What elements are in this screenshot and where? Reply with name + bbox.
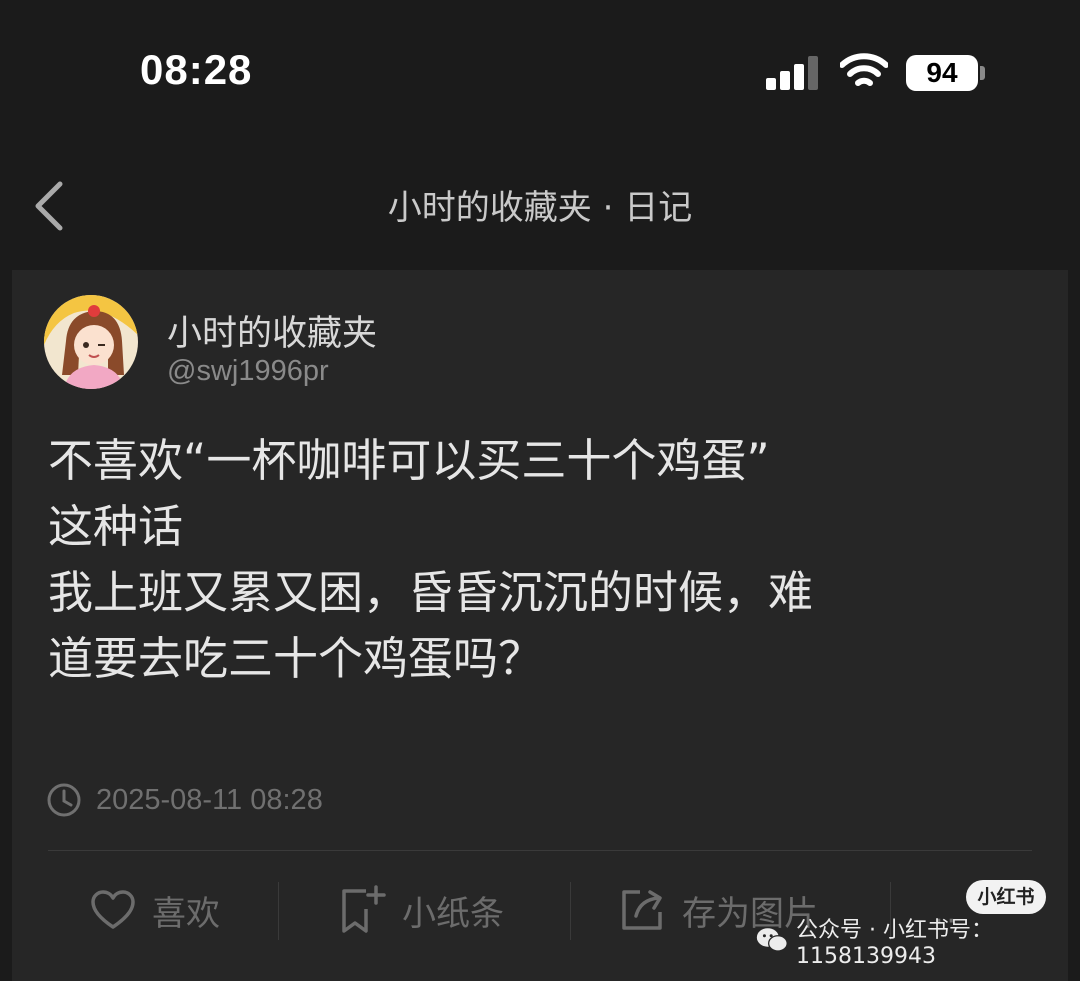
avatar[interactable] [44, 295, 138, 389]
author-handle: @swj1996pr [167, 355, 329, 387]
post-line: 我上班又累又困，昏昏沉沉的时候，难 [48, 566, 814, 619]
action-separator [570, 882, 571, 940]
watermark-text: 公众号 · 小红书号：1158139943 [796, 917, 994, 969]
clock-icon [47, 783, 81, 817]
wifi-icon [840, 53, 888, 86]
wechat-icon [756, 928, 788, 952]
note-label: 小纸条 [402, 893, 504, 934]
timestamp-text: 2025-08-11 08:28 [96, 783, 323, 816]
post-body: 不喜欢“一杯咖啡可以买三十个鸡蛋” 这种话 我上班又累又困，昏昏沉沉的时候，难 … [48, 428, 1048, 692]
post-line: 不喜欢“一杯咖啡可以买三十个鸡蛋” [48, 434, 770, 487]
post-line: 这种话 [48, 500, 184, 553]
status-bar: 08:28 94 [0, 0, 1080, 150]
author-name[interactable]: 小时的收藏夹 [167, 305, 377, 356]
share-export-icon [622, 890, 662, 930]
action-separator [278, 882, 279, 940]
battery-nub [980, 66, 985, 80]
like-button[interactable]: 喜欢 [90, 862, 220, 958]
post-card: 小时的收藏夹 @swj1996pr 不喜欢“一杯咖啡可以买三十个鸡蛋” 这种话 … [12, 270, 1068, 981]
cellular-signal-icon [766, 56, 818, 90]
status-time: 08:28 [140, 46, 253, 93]
note-button[interactable]: 小纸条 [338, 862, 504, 958]
post-line: 道要去吃三十个鸡蛋吗？ [48, 632, 544, 685]
xiaohongshu-badge: 小红书 [966, 880, 1046, 914]
divider [48, 850, 1032, 851]
watermark: 公众号 · 小红书号：1158139943 [756, 918, 1080, 969]
nav-bar: 小时的收藏夹 · 日记 [0, 150, 1080, 265]
post-timestamp: 2025-08-11 08:28 [46, 780, 323, 820]
bookmark-add-icon [342, 885, 386, 933]
battery-level: 94 [906, 55, 978, 91]
page-title: 小时的收藏夹 · 日记 [387, 188, 693, 228]
like-label: 喜欢 [152, 893, 220, 934]
heart-icon [91, 890, 135, 929]
